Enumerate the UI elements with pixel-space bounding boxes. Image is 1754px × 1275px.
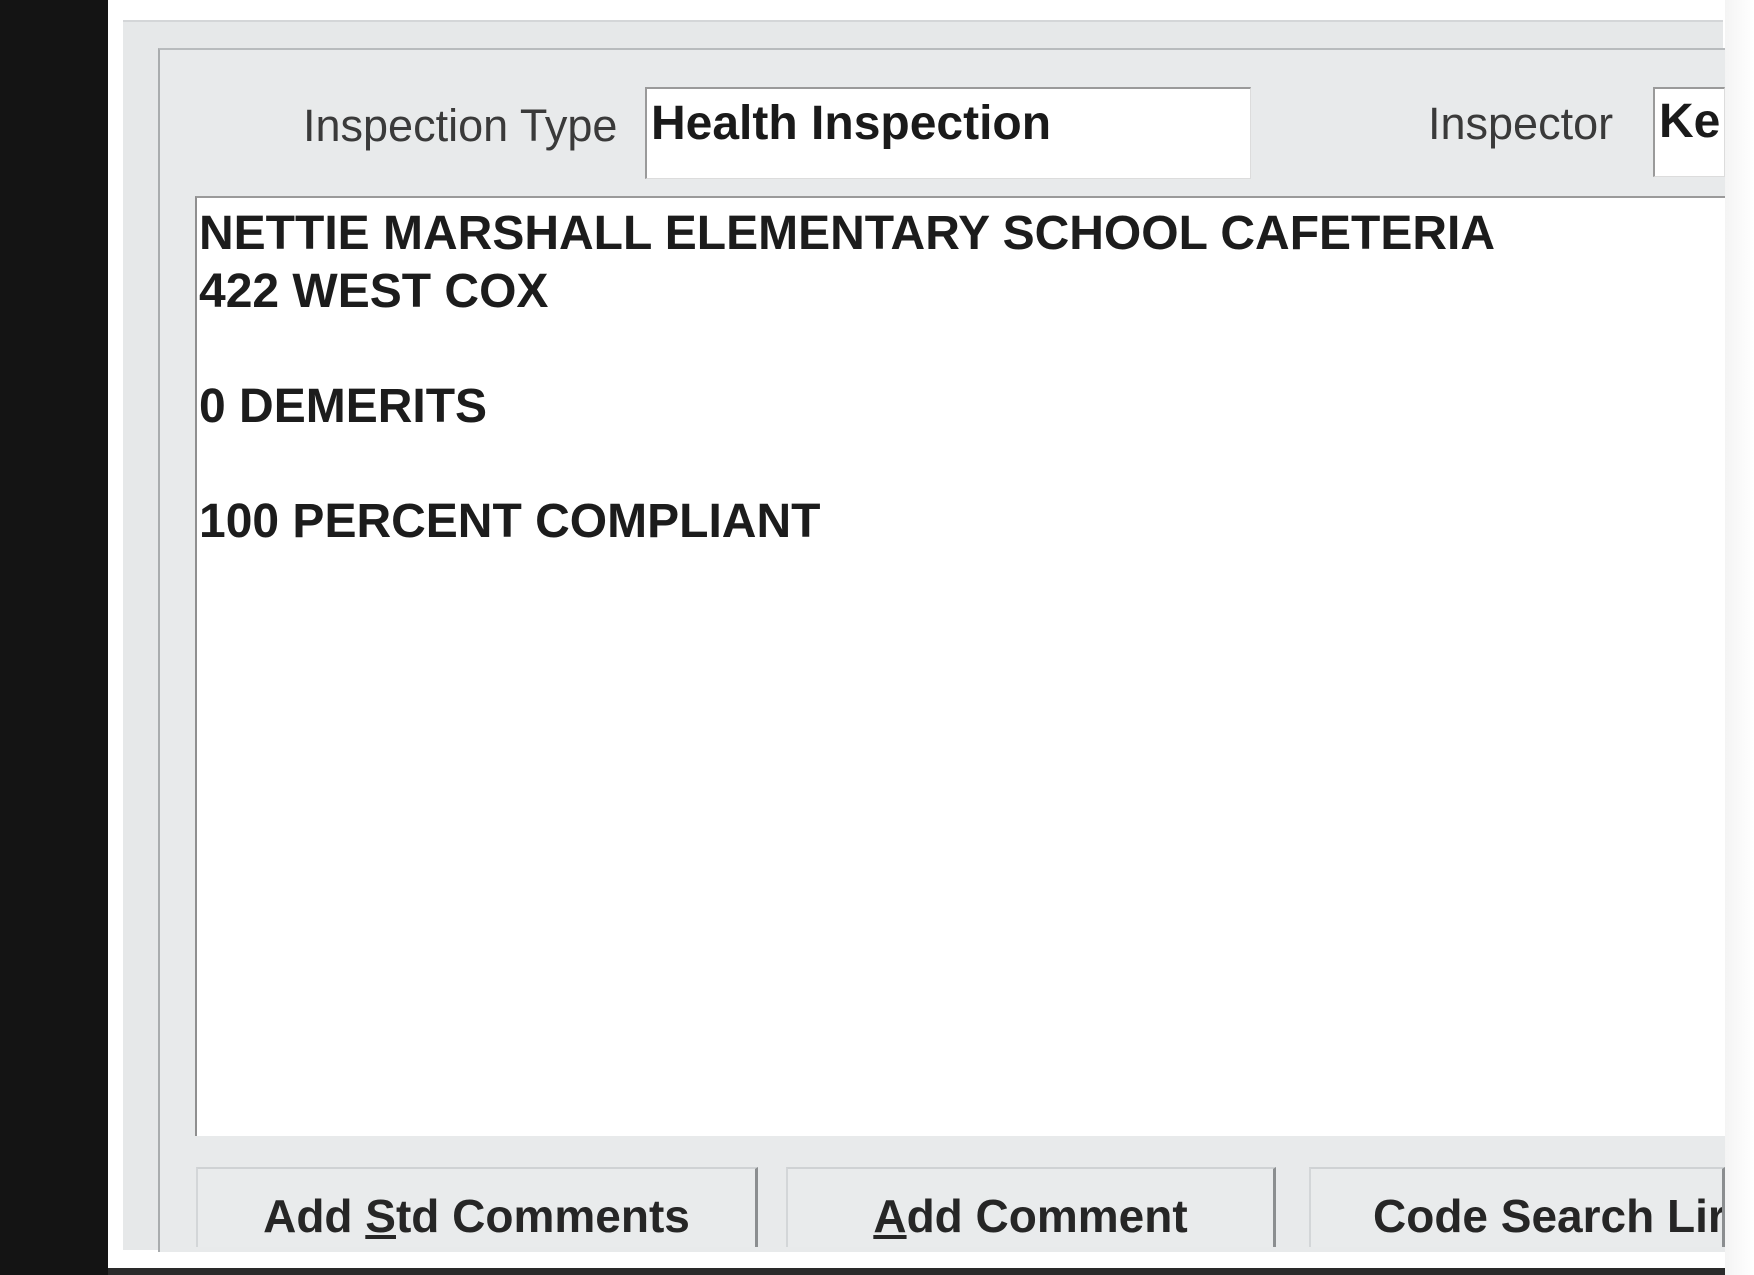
button-label-after: dd Comment xyxy=(906,1190,1188,1242)
inspector-field[interactable]: Ke xyxy=(1653,87,1725,177)
button-mnemonic: S xyxy=(365,1190,396,1242)
notes-line-compliance: 100 PERCENT COMPLIANT xyxy=(199,495,821,548)
inspector-label: Inspector xyxy=(1428,98,1614,149)
scan-right-shade xyxy=(1725,0,1754,1275)
notes-line-address: 422 WEST COX xyxy=(199,265,549,318)
button-label-after: td Comments xyxy=(395,1190,690,1242)
code-search-button[interactable]: Code Search Lir xyxy=(1309,1167,1725,1247)
scan-left-edge xyxy=(0,0,108,1275)
add-std-comments-button[interactable]: Add Std Comments xyxy=(196,1167,758,1247)
notes-blank-line xyxy=(199,321,1725,378)
inspection-type-label: Inspection Type xyxy=(303,100,618,151)
scan-bottom-edge xyxy=(108,1268,1754,1275)
add-comment-button[interactable]: Add Comment xyxy=(786,1167,1276,1247)
comments-textarea[interactable]: NETTIE MARSHALL ELEMENTARY SCHOOL CAFETE… xyxy=(195,196,1725,1136)
notes-blank-line xyxy=(199,436,1725,493)
code-search-label: Code Search Lir xyxy=(1373,1190,1725,1242)
notes-line-facility: NETTIE MARSHALL ELEMENTARY SCHOOL CAFETE… xyxy=(199,207,1496,260)
notes-line-demerits: 0 DEMERITS xyxy=(199,380,488,433)
button-mnemonic: A xyxy=(873,1190,907,1242)
inspection-type-field[interactable]: Health Inspection xyxy=(645,87,1251,179)
button-label-before: Add xyxy=(263,1190,366,1242)
